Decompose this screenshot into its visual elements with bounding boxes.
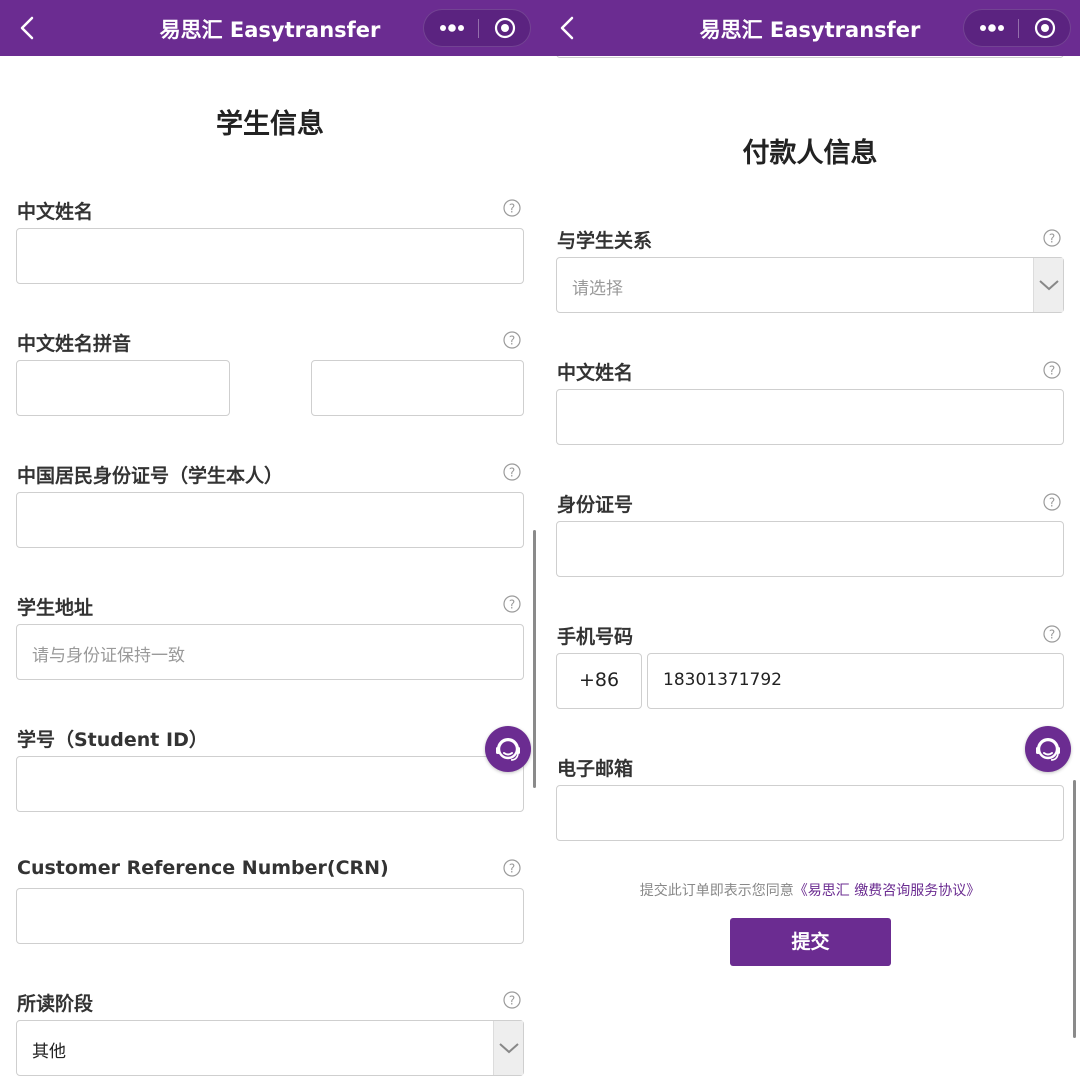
question-circle-icon[interactable]: ? xyxy=(1043,361,1061,379)
student-address-placeholder: 请与身份证保持一致 xyxy=(32,646,185,666)
back-button[interactable] xyxy=(14,12,42,44)
more-dots-icon xyxy=(440,24,464,32)
svg-text:?: ? xyxy=(1049,232,1055,246)
crn-label: Customer Reference Number(CRN) xyxy=(17,857,389,879)
payer-id-input[interactable] xyxy=(556,521,1064,577)
agreement-link[interactable]: 《易思汇 缴费咨询服务协议》 xyxy=(794,883,980,899)
question-circle-icon[interactable]: ? xyxy=(503,595,521,613)
payer-info-title: 付款人信息 xyxy=(742,138,878,169)
payer-id-label: 身份证号 xyxy=(557,494,634,516)
dropdown-toggle[interactable] xyxy=(493,1021,523,1075)
more-dots-icon xyxy=(980,24,1004,32)
close-mini-program-button[interactable] xyxy=(479,10,531,46)
mini-program-capsule xyxy=(423,9,531,47)
email-label: 电子邮箱 xyxy=(557,758,634,780)
question-circle-icon[interactable]: ? xyxy=(503,331,521,349)
student-id-card-input[interactable] xyxy=(16,492,524,548)
student-pinyin-given-input[interactable] xyxy=(311,360,524,416)
close-mini-program-button-overlay[interactable] xyxy=(1019,10,1071,46)
scrollbar[interactable] xyxy=(533,530,536,788)
study-stage-selected: 其他 xyxy=(32,1042,66,1062)
chevron-down-icon xyxy=(499,1043,519,1054)
question-circle-icon[interactable]: ? xyxy=(503,859,521,877)
question-circle-icon[interactable]: ? xyxy=(503,991,521,1009)
back-button-overlay[interactable] xyxy=(554,12,582,44)
relationship-placeholder: 请选择 xyxy=(572,279,623,299)
scrollbar[interactable] xyxy=(1073,780,1076,1038)
back-arrow-icon xyxy=(20,16,34,40)
target-close-icon xyxy=(1034,17,1056,39)
customer-service-button[interactable] xyxy=(485,726,531,772)
payer-cn-name-input[interactable] xyxy=(556,389,1064,445)
chevron-down-icon xyxy=(1039,280,1059,291)
svg-text:?: ? xyxy=(1049,496,1055,510)
crn-input[interactable] xyxy=(16,888,524,944)
student-cn-name-label: 中文姓名 xyxy=(17,201,94,223)
student-address-input[interactable]: 请与身份证保持一致 xyxy=(16,624,524,680)
student-id-card-label: 中国居民身份证号（学生本人） xyxy=(17,465,284,487)
student-cn-name-input[interactable] xyxy=(16,228,524,284)
email-input[interactable] xyxy=(556,785,1064,841)
svg-text:?: ? xyxy=(509,994,515,1008)
student-info-title: 学生信息 xyxy=(216,109,324,140)
phone-label: 手机号码 xyxy=(557,626,634,648)
student-id-label: 学号（Student ID） xyxy=(17,729,208,751)
svg-text:?: ? xyxy=(509,598,515,612)
svg-text:?: ? xyxy=(1049,628,1055,642)
question-circle-icon[interactable]: ? xyxy=(503,199,521,217)
student-pinyin-surname-input[interactable] xyxy=(16,360,230,416)
payer-cn-name-label: 中文姓名 xyxy=(557,362,634,384)
submit-button[interactable]: 提交 xyxy=(730,918,891,966)
svg-text:?: ? xyxy=(509,202,515,216)
study-stage-select[interactable]: 其他 xyxy=(16,1020,524,1076)
nav-bar: 易思汇 Easytransfer xyxy=(0,0,540,56)
question-circle-icon[interactable]: ? xyxy=(1043,625,1061,643)
country-code-select[interactable]: +86 xyxy=(556,653,642,709)
question-circle-icon[interactable]: ? xyxy=(503,463,521,481)
customer-service-icon xyxy=(496,738,520,761)
phone-value: 18301371792 xyxy=(663,670,782,690)
customer-service-button[interactable] xyxy=(1025,726,1071,772)
target-close-icon xyxy=(494,17,516,39)
back-arrow-icon xyxy=(560,16,574,40)
svg-text:?: ? xyxy=(509,862,515,876)
country-code-value: +86 xyxy=(578,669,620,691)
student-address-label: 学生地址 xyxy=(17,597,94,619)
svg-text:?: ? xyxy=(509,334,515,348)
student-id-input[interactable] xyxy=(16,756,524,812)
relationship-label: 与学生关系 xyxy=(557,230,653,252)
agreement-text: 提交此订单即表示您同意《易思汇 缴费咨询服务协议》 xyxy=(540,880,1080,900)
more-button[interactable] xyxy=(424,10,478,46)
mini-program-capsule-overlay xyxy=(963,9,1071,47)
student-pinyin-label: 中文姓名拼音 xyxy=(17,333,132,355)
dropdown-toggle[interactable] xyxy=(1033,258,1063,312)
question-circle-icon[interactable]: ? xyxy=(1043,229,1061,247)
svg-text:?: ? xyxy=(1049,364,1055,378)
agreement-prefix: 提交此订单即表示您同意 xyxy=(639,883,794,899)
phone-input[interactable]: 18301371792 xyxy=(647,653,1064,709)
customer-service-icon xyxy=(1036,738,1060,761)
student-info-screen: 易思汇 Easytransfer 学生信息 中文姓名 ? 中文姓名拼音 ? 中国… xyxy=(0,0,540,1080)
payer-info-screen: 易思汇 Easytransfer 易思汇 Easytransfer xyxy=(540,0,1080,1080)
more-button-overlay[interactable] xyxy=(964,10,1018,46)
study-stage-label: 所读阶段 xyxy=(17,993,94,1015)
relationship-select[interactable]: 请选择 xyxy=(556,257,1064,313)
question-circle-icon[interactable]: ? xyxy=(1043,493,1061,511)
svg-text:?: ? xyxy=(509,466,515,480)
nav-bar-overlay: 易思汇 Easytransfer xyxy=(540,0,1080,56)
